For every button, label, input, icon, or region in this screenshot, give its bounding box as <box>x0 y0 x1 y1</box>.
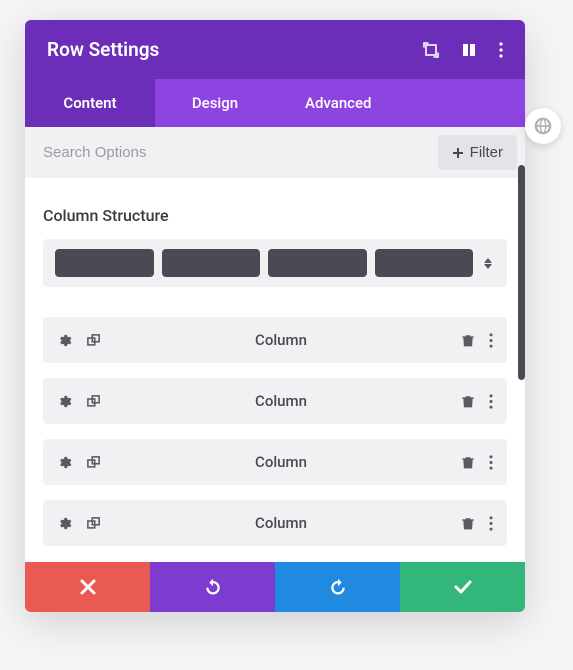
tab-design[interactable]: Design <box>155 79 275 127</box>
trash-icon[interactable] <box>461 333 475 348</box>
more-icon[interactable] <box>489 333 493 348</box>
undo-icon <box>204 578 222 596</box>
column-structure-selector[interactable] <box>43 239 507 287</box>
modal-title: Row Settings <box>47 38 159 61</box>
header-actions <box>423 42 503 58</box>
structure-column <box>162 249 261 277</box>
search-bar: Filter <box>25 127 525 178</box>
row-settings-modal: Row Settings Content Design Advanced Fil… <box>25 20 525 612</box>
trash-icon[interactable] <box>461 516 475 531</box>
gear-icon[interactable] <box>57 333 72 348</box>
structure-column <box>375 249 474 277</box>
structure-column <box>268 249 367 277</box>
redo-button[interactable] <box>275 562 400 612</box>
section-title: Column Structure <box>43 206 507 225</box>
more-icon[interactable] <box>489 516 493 531</box>
gear-icon[interactable] <box>57 516 72 531</box>
tab-advanced[interactable]: Advanced <box>275 79 525 127</box>
column-label: Column <box>101 514 461 532</box>
column-row[interactable]: Column <box>43 317 507 363</box>
duplicate-icon[interactable] <box>86 333 101 348</box>
modal-header: Row Settings <box>25 20 525 79</box>
redo-icon <box>329 578 347 596</box>
check-icon <box>454 580 472 594</box>
globe-icon[interactable] <box>525 108 561 144</box>
column-row[interactable]: Column <box>43 500 507 546</box>
cancel-button[interactable] <box>25 562 150 612</box>
tabs: Content Design Advanced <box>25 79 525 127</box>
layout-icon[interactable] <box>461 42 477 58</box>
duplicate-icon[interactable] <box>86 516 101 531</box>
search-input[interactable] <box>43 144 438 161</box>
content-area: Column Structure Column <box>25 178 525 562</box>
more-icon[interactable] <box>489 455 493 470</box>
column-label: Column <box>101 331 461 349</box>
scrollbar[interactable] <box>518 165 525 380</box>
footer-actions <box>25 562 525 612</box>
filter-label: Filter <box>470 144 503 161</box>
expand-icon[interactable] <box>423 42 439 58</box>
save-button[interactable] <box>400 562 525 612</box>
column-row[interactable]: Column <box>43 439 507 485</box>
chevron-down-icon <box>484 264 492 269</box>
duplicate-icon[interactable] <box>86 455 101 470</box>
more-icon[interactable] <box>489 394 493 409</box>
chevron-up-icon <box>484 258 492 263</box>
tab-content[interactable]: Content <box>25 79 155 127</box>
structure-column <box>55 249 154 277</box>
structure-stepper[interactable] <box>481 258 495 269</box>
close-icon <box>80 579 96 595</box>
column-row[interactable]: Column <box>43 378 507 424</box>
gear-icon[interactable] <box>57 394 72 409</box>
gear-icon[interactable] <box>57 455 72 470</box>
column-label: Column <box>101 392 461 410</box>
more-icon[interactable] <box>499 42 503 58</box>
duplicate-icon[interactable] <box>86 394 101 409</box>
trash-icon[interactable] <box>461 455 475 470</box>
plus-icon <box>452 147 464 159</box>
trash-icon[interactable] <box>461 394 475 409</box>
column-label: Column <box>101 453 461 471</box>
filter-button[interactable]: Filter <box>438 135 517 170</box>
undo-button[interactable] <box>150 562 275 612</box>
